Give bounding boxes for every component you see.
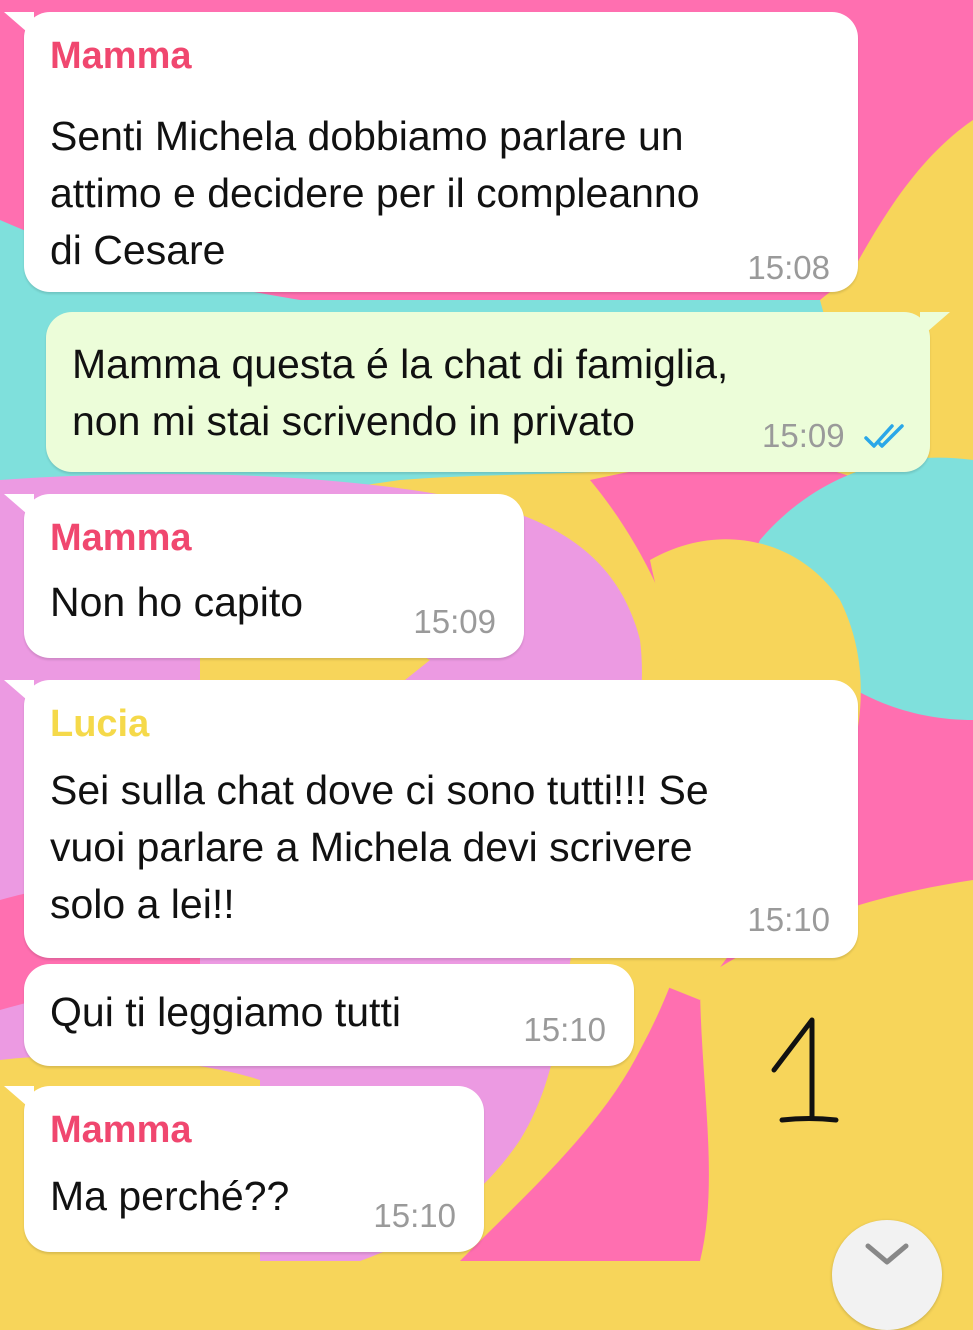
message-text-line: Mamma questa é la chat di famiglia,: [72, 341, 729, 387]
message-bubble-incoming[interactable]: Mamma Senti Michela dobbiamo parlare un …: [4, 12, 858, 292]
bubble-tail: [4, 494, 34, 520]
message-text-line: attimo e decidere per il compleanno: [50, 170, 700, 216]
message-timestamp: 15:09: [762, 417, 845, 454]
bubble-tail: [4, 12, 34, 38]
message-bubble-incoming[interactable]: Mamma Ma perché?? 15:10: [4, 1086, 484, 1252]
message-text-line: Senti Michela dobbiamo parlare un: [50, 113, 684, 159]
message-text-line: non mi stai scrivendo in privato: [72, 398, 635, 444]
bubble-tail: [4, 1086, 34, 1112]
message-text-line: Non ho capito: [50, 579, 304, 625]
message-text-line: Ma perché??: [50, 1173, 290, 1219]
scroll-to-bottom-button[interactable]: [832, 1220, 942, 1330]
sender-name: Mamma: [50, 35, 192, 77]
message-timestamp: 15:08: [747, 249, 830, 286]
sender-name: Mamma: [50, 517, 192, 559]
double-check-read-icon: [864, 424, 904, 448]
message-text-line: solo a lei!!: [50, 881, 235, 927]
message-text-line: di Cesare: [50, 227, 226, 273]
chevron-down-icon: [865, 1243, 909, 1265]
message-text-line: vuoi parlare a Michela devi scrivere: [50, 824, 693, 870]
message-timestamp: 15:09: [413, 603, 496, 640]
message-bubble-incoming[interactable]: Mamma Non ho capito 15:09: [4, 494, 524, 658]
message-bubble-incoming[interactable]: Lucia Sei sulla chat dove ci sono tutti!…: [4, 680, 858, 958]
sender-name: Mamma: [50, 1109, 192, 1151]
bubble-tail: [920, 312, 950, 338]
message-text-line: Sei sulla chat dove ci sono tutti!!! Se: [50, 767, 709, 813]
bubble-tail: [4, 680, 34, 706]
message-timestamp: 15:10: [523, 1011, 606, 1048]
message-text-line: Qui ti leggiamo tutti: [50, 989, 401, 1035]
sender-name: Lucia: [50, 703, 150, 745]
handwritten-number-annotation: [771, 1017, 839, 1123]
message-timestamp: 15:10: [373, 1197, 456, 1234]
message-bubble-outgoing[interactable]: Mamma questa é la chat di famiglia, non …: [46, 312, 950, 472]
message-timestamp: 15:10: [747, 901, 830, 938]
message-bubble-incoming[interactable]: Qui ti leggiamo tutti 15:10: [24, 964, 634, 1066]
